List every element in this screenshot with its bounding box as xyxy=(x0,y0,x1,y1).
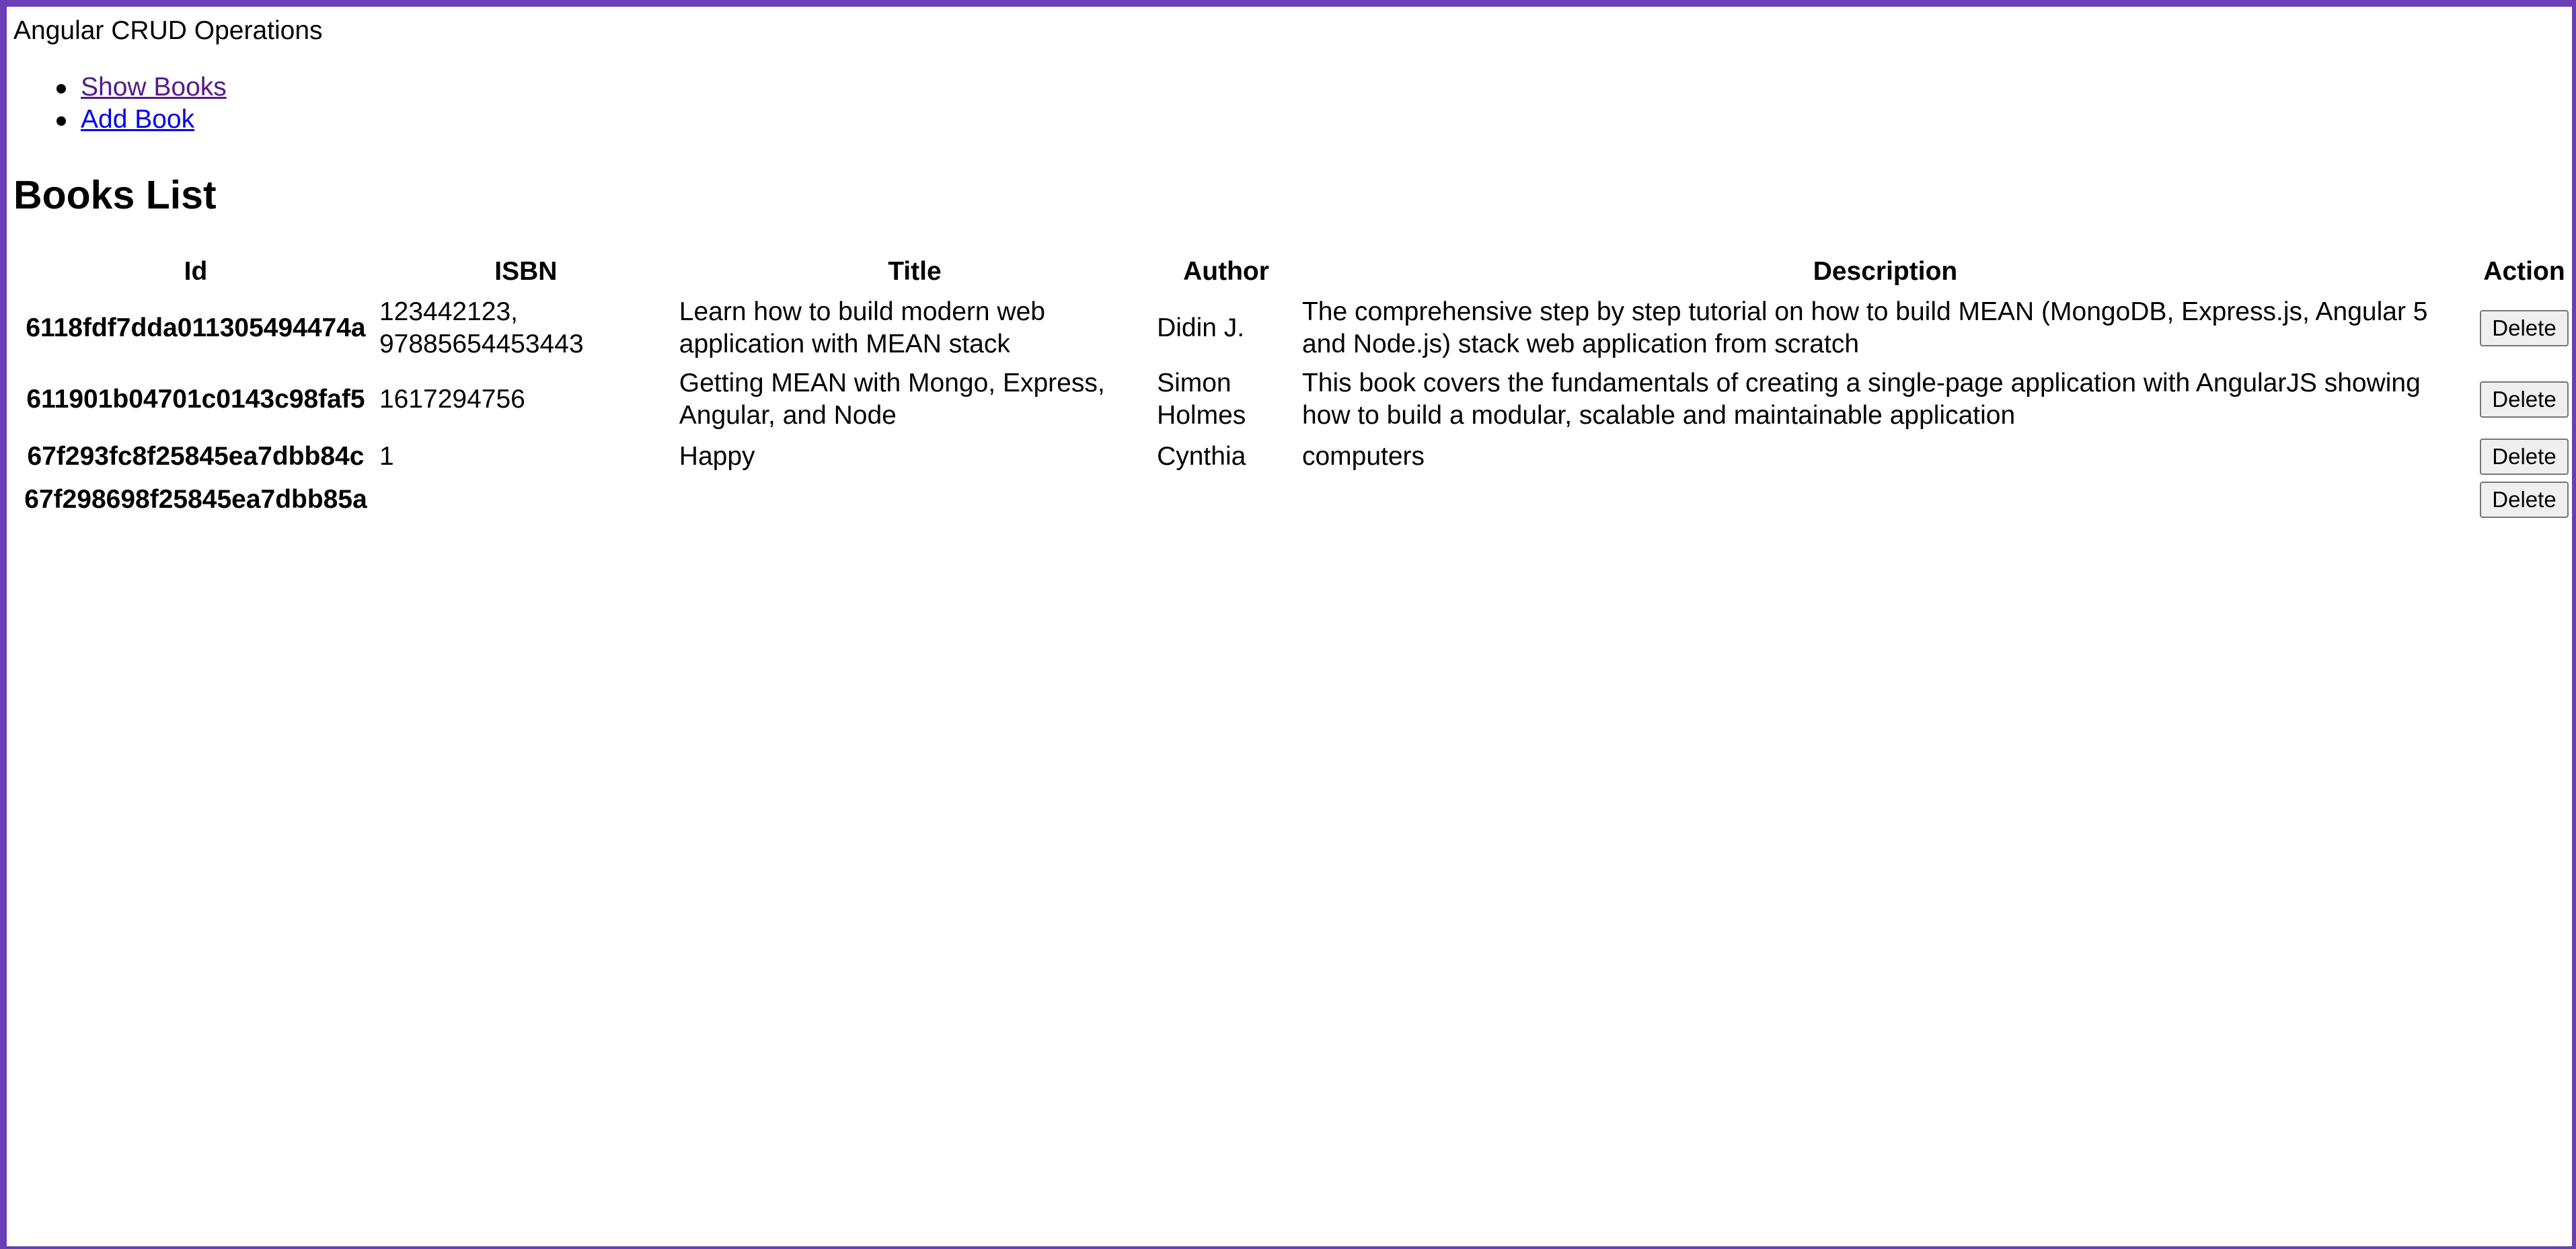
column-header-id: Id xyxy=(184,257,208,286)
book-id: 67f298698f25845ea7dbb85a xyxy=(24,485,367,514)
nav-item-add-book: Add Book xyxy=(48,104,227,136)
book-description: The comprehensive step by step tutorial … xyxy=(1301,297,2428,358)
book-id: 611901b04701c0143c98faf5 xyxy=(26,385,365,414)
table-row: 6118fdf7dda011305494474a 123442123, 9788… xyxy=(17,295,2575,362)
book-action: Delete xyxy=(2474,295,2575,362)
book-title xyxy=(678,480,1151,519)
add-book-link[interactable]: Add Book xyxy=(81,105,194,134)
delete-button[interactable]: Delete xyxy=(2480,482,2569,518)
page-title: Books List xyxy=(13,173,217,217)
book-author: Didin J. xyxy=(1157,313,1245,342)
book-description: computers xyxy=(1301,442,1425,471)
delete-button[interactable]: Delete xyxy=(2480,381,2569,418)
book-id: 6118fdf7dda011305494474a xyxy=(26,313,366,342)
app-title: Angular CRUD Operations xyxy=(13,16,323,45)
book-isbn: 1 xyxy=(379,442,394,471)
book-isbn: 123442123, 97885654453443 xyxy=(379,297,584,358)
book-action: Delete xyxy=(2474,366,2575,433)
book-author xyxy=(1156,480,1297,519)
book-action: Delete xyxy=(2474,437,2575,476)
column-header-title: Title xyxy=(888,257,942,286)
table-header-row: Id ISBN Title Author Description Action xyxy=(17,253,2575,291)
table-row: 67f293fc8f25845ea7dbb84c 1 Happy Cynthia… xyxy=(17,437,2575,476)
column-header-isbn: ISBN xyxy=(494,257,558,286)
column-header-description: Description xyxy=(1813,257,1958,286)
column-header-author: Author xyxy=(1183,257,1269,286)
table-row: 611901b04701c0143c98faf5 1617294756 Gett… xyxy=(17,366,2575,433)
book-author: Cynthia xyxy=(1157,442,1246,471)
column-header-action: Action xyxy=(2483,257,2565,286)
book-description xyxy=(1301,480,2470,519)
delete-button[interactable]: Delete xyxy=(2480,439,2569,475)
book-title: Getting MEAN with Mongo, Express, Angula… xyxy=(679,369,1105,430)
nav-menu: Show Books Add Book xyxy=(48,71,227,136)
browser-viewport: Angular CRUD Operations Show Books Add B… xyxy=(0,0,2576,1249)
book-title: Happy xyxy=(679,442,755,471)
delete-button[interactable]: Delete xyxy=(2480,310,2569,346)
nav-item-show-books: Show Books xyxy=(48,71,227,104)
book-author: Simon Holmes xyxy=(1157,369,1246,430)
book-description: This book covers the fundamentals of cre… xyxy=(1301,369,2421,430)
book-isbn xyxy=(378,480,674,519)
books-table: Id ISBN Title Author Description Action … xyxy=(13,249,2576,523)
table-row: 67f298698f25845ea7dbb85a Delete xyxy=(17,480,2575,519)
show-books-link[interactable]: Show Books xyxy=(81,73,227,102)
book-title: Learn how to build modern web applicatio… xyxy=(679,297,1045,358)
book-isbn: 1617294756 xyxy=(379,385,525,414)
book-action: Delete xyxy=(2474,480,2575,519)
book-id: 67f293fc8f25845ea7dbb84c xyxy=(27,442,365,471)
